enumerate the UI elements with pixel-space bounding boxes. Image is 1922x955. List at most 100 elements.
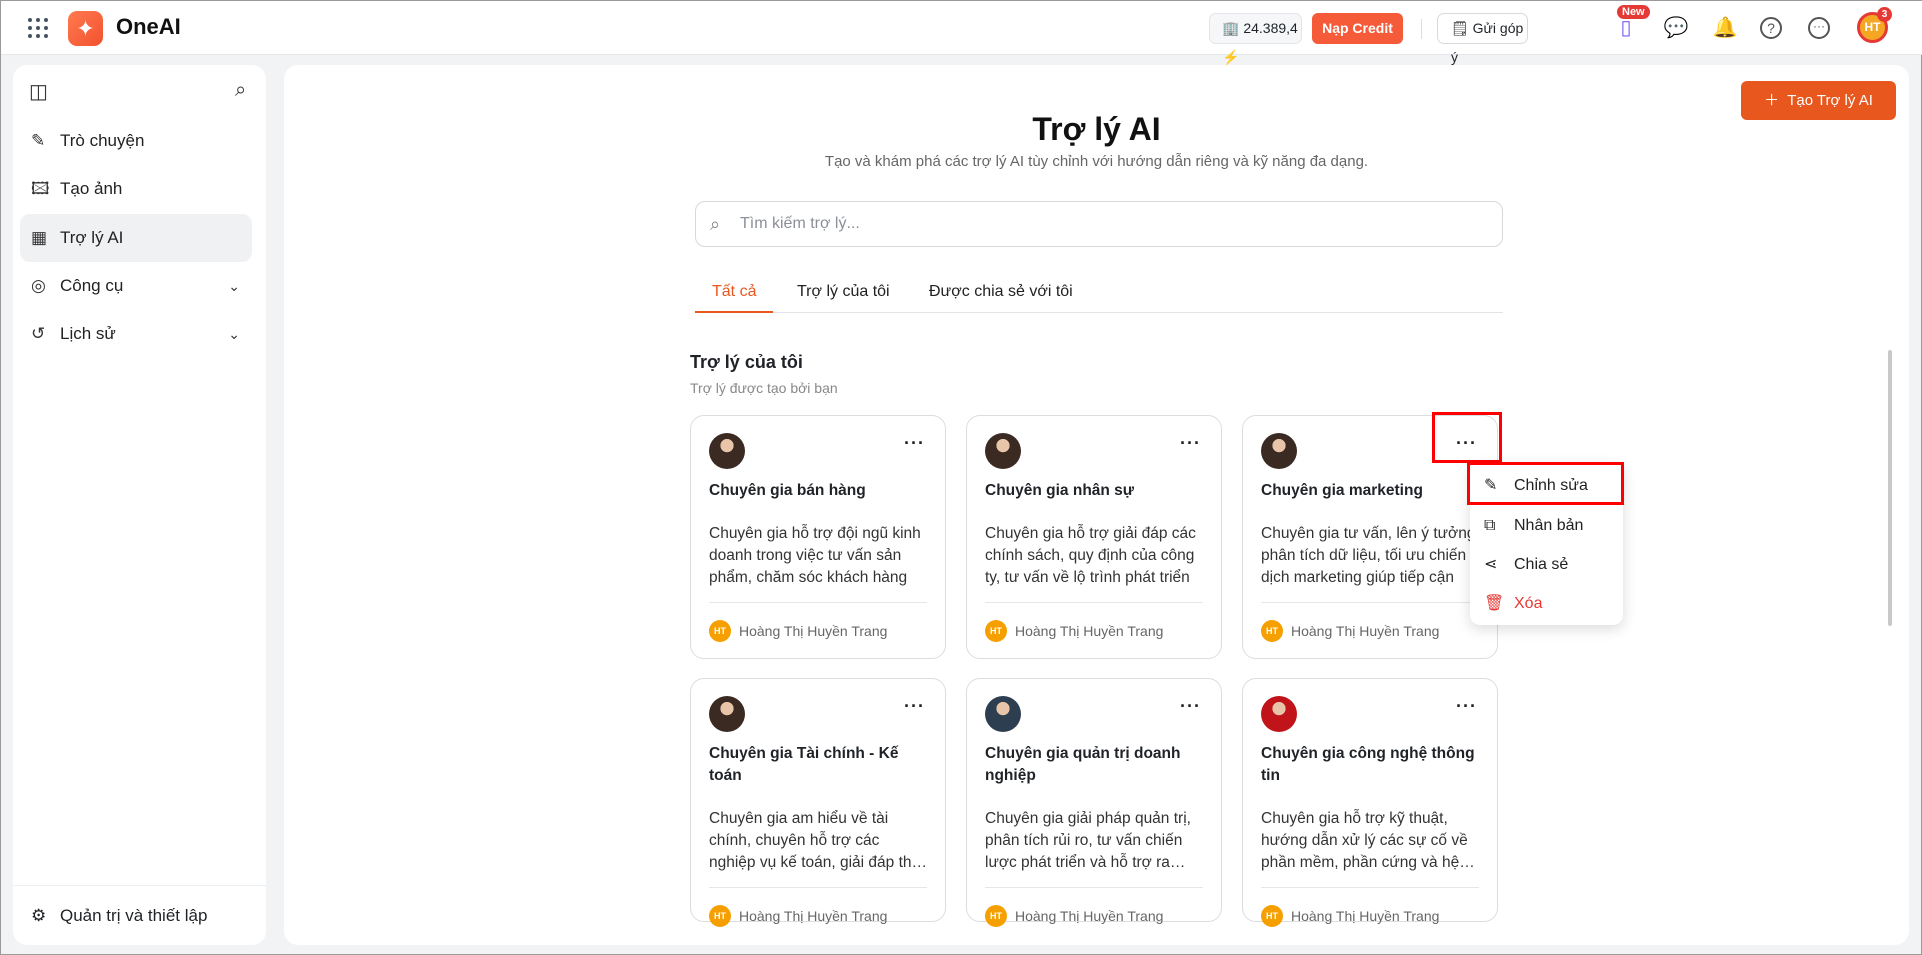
oneai-logo-icon[interactable]: ✦	[68, 11, 103, 46]
sidebar-item-history[interactable]: ↺ Lịch sử ⌄	[20, 310, 252, 358]
author-avatar: HT	[1261, 905, 1283, 927]
assistant-title: Chuyên gia quản trị doanh nghiệp	[985, 745, 1181, 784]
sidebar-item-label: Công cụ	[60, 276, 124, 295]
tab-all[interactable]: Tất cả	[695, 274, 774, 313]
assistant-description: Chuyên gia am hiểu về tài chính, chuyên …	[709, 810, 928, 871]
sidebar-item-label: Tạo ảnh	[60, 179, 123, 198]
menu-item-duplicate[interactable]: ⧉ Nhân bản	[1470, 507, 1623, 545]
image-plus-icon: 🖾	[31, 179, 50, 198]
sidebar-item-create-image[interactable]: 🖾 Tạo ảnh	[20, 165, 252, 213]
more-icon[interactable]: ···	[1808, 17, 1830, 39]
assistant-card[interactable]: ··· Chuyên gia bán hàng Chuyên gia hỗ tr…	[690, 415, 946, 659]
sidebar-toggle-icon[interactable]: ◫	[29, 79, 48, 104]
author-avatar: HT	[709, 620, 731, 642]
help-icon[interactable]: ?	[1760, 17, 1782, 39]
sidebar: ◫ ⌕ ✎ Trò chuyện 🖾 Tạo ảnh ▦ Trợ lý AI ◎ Côn…	[13, 65, 266, 945]
new-badge: New	[1617, 5, 1650, 19]
assistant-description: Chuyên gia tư vấn, lên ý tưởng, phân tíc…	[1261, 525, 1480, 586]
sidebar-item-chat[interactable]: ✎ Trò chuyện	[20, 117, 252, 165]
menu-label: Xóa	[1514, 595, 1543, 612]
sidebar-item-ai-assistant[interactable]: ▦ Trợ lý AI	[20, 214, 252, 262]
chevron-down-icon: ⌄	[228, 278, 240, 294]
assistant-title: Chuyên gia marketing	[1261, 482, 1423, 499]
bell-icon[interactable]: 🔔	[1712, 15, 1738, 41]
history-icon: ↺	[31, 324, 46, 343]
assistant-description: Chuyên gia hỗ trợ giải đáp các chính sác…	[985, 525, 1196, 586]
author-name: Hoàng Thị Huyền Trang	[1291, 623, 1440, 639]
settings-link[interactable]: ⚙ Quản trị và thiết lập	[13, 885, 266, 945]
assistant-title: Chuyên gia Tài chính - Kế toán	[709, 745, 899, 784]
tab-my-assistants[interactable]: Trợ lý của tôi	[780, 274, 907, 313]
plus-icon: ＋	[1764, 92, 1780, 109]
more-options-icon[interactable]: ···	[904, 697, 925, 715]
section-subtitle: Trợ lý được tạo bởi bạn	[690, 380, 838, 396]
assistant-card[interactable]: ··· Chuyên gia nhân sự Chuyên gia hỗ trợ…	[966, 415, 1222, 659]
divider	[1261, 602, 1479, 603]
credit-balance[interactable]: 🏢 24.389,4 ⚡	[1209, 13, 1302, 65]
author-avatar: HT	[709, 905, 731, 927]
divider	[1421, 19, 1422, 39]
page-title: Trợ lý AI	[1032, 111, 1161, 147]
menu-label: Chia sẻ	[1514, 556, 1569, 573]
grid-icon: ▦	[31, 228, 48, 247]
assistant-avatar	[1261, 433, 1297, 469]
author-avatar: HT	[985, 620, 1007, 642]
author-name: Hoàng Thị Huyền Trang	[739, 908, 888, 924]
feedback-icon: 🗒	[1451, 20, 1469, 36]
assistant-avatar	[985, 696, 1021, 732]
assistant-title: Chuyên gia công nghệ thông tin	[1261, 745, 1475, 784]
menu-item-share[interactable]: ⋖ Chia sẻ	[1470, 546, 1623, 584]
apps-grid-icon[interactable]	[28, 18, 48, 38]
tab-shared-with-me[interactable]: Được chia sẻ với tôi	[912, 274, 1090, 313]
edit-icon: ✎	[31, 131, 46, 150]
search-icon[interactable]: ⌕	[235, 79, 246, 102]
search-placeholder: Tìm kiếm trợ lý...	[740, 215, 860, 232]
divider	[985, 602, 1203, 603]
menu-item-delete[interactable]: 🗑 Xóa	[1470, 585, 1623, 623]
author-name: Hoàng Thị Huyền Trang	[1015, 623, 1164, 639]
assistant-card[interactable]: ··· Chuyên gia Tài chính - Kế toán Chuyê…	[690, 678, 946, 927]
assistant-author: HT Hoàng Thị Huyền Trang	[709, 620, 887, 642]
compass-icon: ◎	[31, 276, 46, 295]
assistant-avatar	[709, 696, 745, 732]
tab-bar: Tất cả Trợ lý của tôi Được chia sẻ với t…	[695, 274, 1503, 313]
gear-icon: ⚙	[31, 906, 47, 925]
credit-value: 24.389,4	[1243, 20, 1298, 36]
topup-credit-button[interactable]: Nạp Credit	[1312, 13, 1403, 44]
sidebar-item-label: Lịch sử	[60, 324, 116, 343]
assistant-author: HT Hoàng Thị Huyền Trang	[985, 620, 1163, 642]
divider	[985, 887, 1203, 888]
page-subtitle: Tạo và khám phá các trợ lý AI tùy chỉnh …	[824, 153, 1369, 170]
assistant-card[interactable]: ··· Chuyên gia quản trị doanh nghiệp Chu…	[966, 678, 1222, 927]
feedback-button[interactable]: 🗒 Gửi góp ý	[1437, 13, 1528, 65]
more-options-icon[interactable]: ···	[1456, 697, 1477, 715]
main-panel: ＋ Tạo Trợ lý AI Trợ lý AI Tạo và khám ph…	[284, 65, 1909, 945]
chevron-down-icon: ⌄	[228, 326, 240, 342]
more-options-icon[interactable]: ···	[1180, 434, 1201, 452]
author-name: Hoàng Thị Huyền Trang	[1015, 908, 1164, 924]
assistant-description: Chuyên gia hỗ trợ đội ngũ kinh doanh tro…	[709, 525, 921, 586]
assistant-author: HT Hoàng Thị Huyền Trang	[1261, 905, 1439, 927]
author-avatar: HT	[985, 905, 1007, 927]
bolt-icon: ⚡	[1222, 49, 1240, 65]
assistant-title: Chuyên gia bán hàng	[709, 482, 866, 499]
assistant-card[interactable]: ··· Chuyên gia công nghệ thông tin Chuyê…	[1242, 678, 1498, 927]
search-input[interactable]: ⌕ Tìm kiếm trợ lý...	[695, 201, 1503, 247]
notification-count-badge: 3	[1877, 7, 1892, 22]
chat-bubble-icon[interactable]: 💬	[1663, 15, 1689, 41]
author-name: Hoàng Thị Huyền Trang	[1291, 908, 1440, 924]
divider	[709, 887, 927, 888]
sidebar-item-tools[interactable]: ◎ Công cụ ⌄	[20, 262, 252, 310]
copy-icon: ⧉	[1484, 517, 1496, 534]
highlight-more-button	[1432, 412, 1502, 463]
assistant-description: Chuyên gia hỗ trợ kỹ thuật, hướng dẫn xử…	[1261, 810, 1468, 871]
assistant-author: HT Hoàng Thị Huyền Trang	[1261, 620, 1439, 642]
assistant-title: Chuyên gia nhân sự	[985, 482, 1135, 499]
more-options-icon[interactable]: ···	[904, 434, 925, 452]
more-options-icon[interactable]: ···	[1180, 697, 1201, 715]
author-name: Hoàng Thị Huyền Trang	[739, 623, 888, 639]
scrollbar[interactable]	[1888, 350, 1892, 626]
section-title: Trợ lý của tôi	[690, 352, 803, 372]
create-label: Tạo Trợ lý AI	[1787, 92, 1873, 109]
share-icon: ⋖	[1484, 556, 1498, 573]
